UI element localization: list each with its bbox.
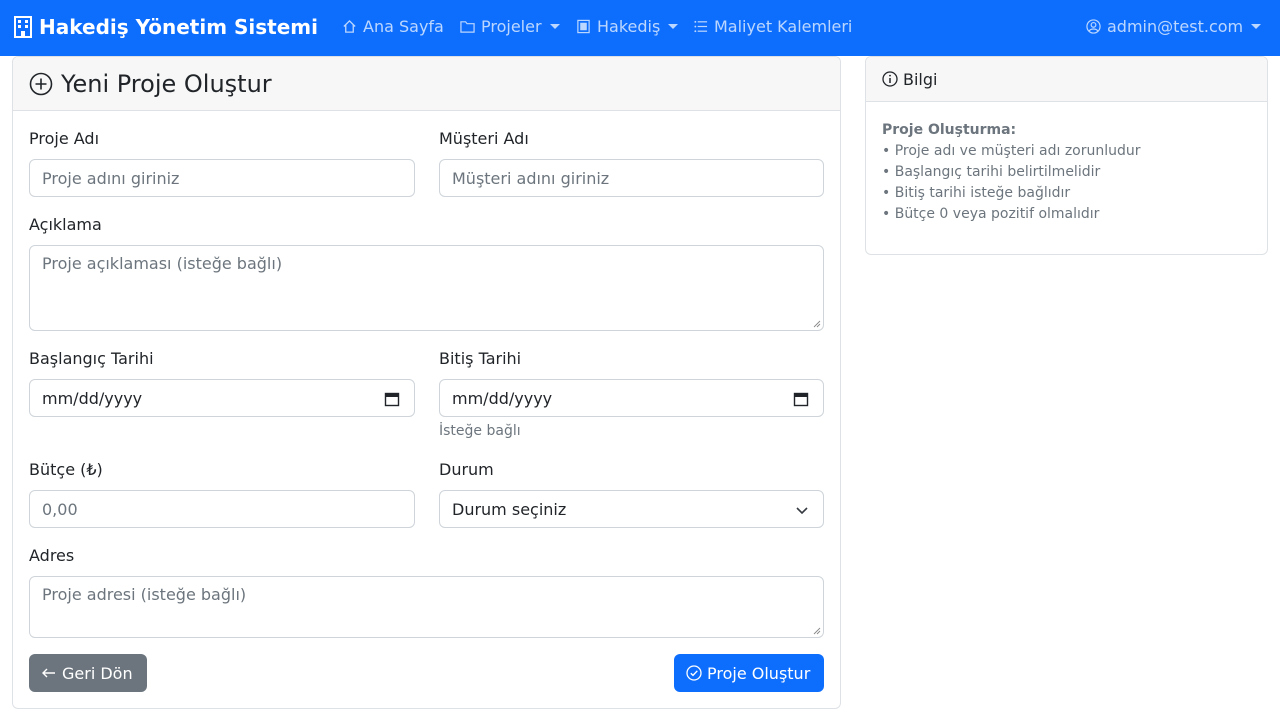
nav-home-label: Ana Sayfa (363, 17, 444, 36)
end-date-help-text: İsteğe bağlı (439, 423, 521, 439)
calendar-icon[interactable] (384, 391, 400, 407)
list-icon (694, 20, 708, 33)
brand-link[interactable]: Hakediş Yönetim Sistemi (14, 15, 318, 39)
customer-name-input[interactable]: Müşteri adını giriniz (439, 159, 824, 197)
building-icon (14, 16, 32, 38)
nav-projects-dropdown[interactable]: Projeler (460, 17, 560, 36)
description-textarea[interactable]: Proje açıklaması (isteğe bağlı) (29, 245, 824, 331)
budget-input[interactable]: 0,00 (29, 490, 415, 528)
top-navbar: Hakediş Yönetim Sistemi Ana Sayfa Projel… (0, 0, 1280, 56)
info-line: • Bitiş tarihi isteğe bağlıdır (882, 185, 1071, 201)
start-date-label: Başlangıç Tarihi (29, 349, 154, 368)
start-date-value: mm/dd/yyyy (42, 388, 143, 408)
info-card-header: Bilgi (866, 57, 1267, 102)
description-placeholder: Proje açıklaması (isteğe bağlı) (42, 254, 283, 273)
back-button[interactable]: Geri Dön (29, 654, 147, 692)
chevron-down-icon (549, 24, 560, 29)
status-selected-value: Durum seçiniz (452, 499, 567, 519)
user-circle-icon (1086, 19, 1101, 34)
customer-name-label: Müşteri Adı (439, 129, 529, 148)
chevron-down-icon (1251, 24, 1262, 29)
status-select[interactable]: Durum seçiniz (439, 490, 824, 528)
address-placeholder: Proje adresi (isteğe bağlı) (42, 585, 247, 604)
brand-title: Hakediş Yönetim Sistemi (39, 15, 318, 39)
plus-circle-icon (29, 72, 53, 95)
chevron-down-icon (796, 507, 808, 515)
start-date-input[interactable]: mm/dd/yyyy (29, 379, 415, 417)
info-heading: Proje Oluşturma: (882, 122, 1017, 138)
info-circle-icon (882, 71, 898, 87)
resize-handle-icon[interactable] (813, 320, 821, 328)
end-date-input[interactable]: mm/dd/yyyy (439, 379, 824, 417)
house-icon (343, 19, 356, 33)
document-icon (577, 19, 590, 34)
create-project-button-label: Proje Oluştur (707, 663, 811, 683)
nav-home[interactable]: Ana Sayfa (342, 17, 444, 36)
info-card-title: Bilgi (903, 69, 938, 89)
resize-handle-icon[interactable] (813, 627, 821, 635)
nav-projects-label: Projeler (481, 17, 542, 36)
address-textarea[interactable]: Proje adresi (isteğe bağlı) (29, 576, 824, 638)
nav-hakedis-dropdown[interactable]: Hakediş (576, 17, 679, 36)
info-line: • Proje adı ve müşteri adı zorunludur (882, 143, 1141, 159)
check-circle-icon (686, 665, 702, 681)
nav-hakedis-label: Hakediş (597, 17, 661, 36)
description-label: Açıklama (29, 215, 102, 234)
back-button-label: Geri Dön (62, 663, 133, 683)
info-card: Bilgi Proje Oluşturma: • Proje adı ve mü… (865, 56, 1268, 255)
arrow-left-icon (42, 668, 55, 678)
project-name-label: Proje Adı (29, 129, 100, 148)
info-line: • Başlangıç tarihi belirtilmelidir (882, 164, 1101, 180)
nav-cost-items[interactable]: Maliyet Kalemleri (693, 17, 852, 36)
create-project-button[interactable]: Proje Oluştur (674, 654, 824, 692)
end-date-label: Bitiş Tarihi (439, 349, 522, 368)
folder-icon (460, 21, 475, 33)
address-label: Adres (29, 546, 75, 565)
budget-placeholder: 0,00 (42, 499, 78, 519)
calendar-icon[interactable] (793, 391, 809, 407)
info-card-body: Proje Oluşturma: • Proje adı ve müşteri … (866, 102, 1267, 243)
customer-name-placeholder: Müşteri adını giriniz (452, 168, 610, 188)
info-line: • Bütçe 0 veya pozitif olmalıdır (882, 206, 1100, 222)
project-name-placeholder: Proje adını giriniz (42, 168, 180, 188)
user-menu-dropdown[interactable]: admin@test.com (1086, 17, 1262, 36)
chevron-down-icon (668, 24, 679, 29)
card-header: Yeni Proje Oluştur (13, 57, 840, 111)
page-title: Yeni Proje Oluştur (61, 69, 272, 98)
nav-cost-items-label: Maliyet Kalemleri (714, 17, 853, 36)
project-name-input[interactable]: Proje adını giriniz (29, 159, 415, 197)
budget-label: Bütçe (₺) (29, 460, 103, 479)
end-date-value: mm/dd/yyyy (452, 388, 553, 408)
user-email: admin@test.com (1107, 17, 1244, 36)
status-label: Durum (439, 460, 494, 479)
